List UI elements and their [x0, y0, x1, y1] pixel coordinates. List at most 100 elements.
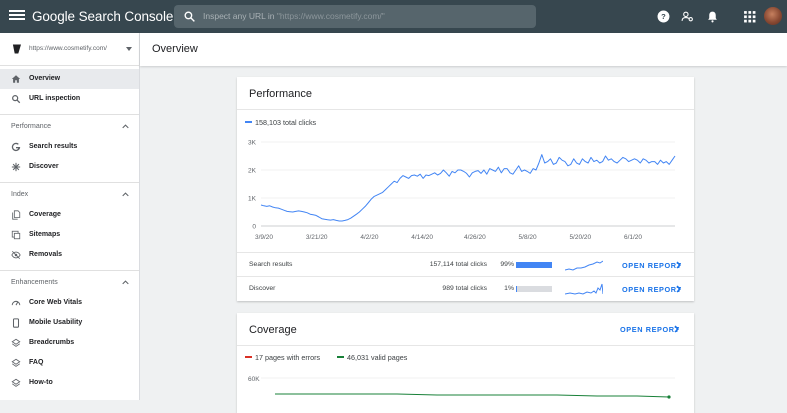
- share-bar-fill: [516, 262, 552, 268]
- x-tick-label: 5/20/20: [569, 234, 591, 241]
- chevron-right-icon[interactable]: [674, 325, 680, 333]
- y-tick-label: 0: [252, 224, 256, 231]
- legend-swatch: [245, 121, 252, 124]
- sitemap-icon: [11, 230, 21, 240]
- property-favicon-icon: [12, 44, 21, 54]
- avatar[interactable]: [764, 7, 782, 25]
- sidebar-section-performance[interactable]: Performance: [0, 117, 139, 137]
- eye-off-icon: [11, 250, 21, 260]
- discover-sparkline: [565, 283, 603, 295]
- row-discover-label: Discover: [249, 285, 276, 292]
- asterisk-icon: [11, 162, 21, 172]
- sidebar-item-sitemaps[interactable]: Sitemaps: [0, 225, 139, 245]
- row-discover-pct: 1%: [504, 285, 514, 292]
- chevron-up-icon[interactable]: [122, 192, 129, 197]
- chevron-right-icon[interactable]: [676, 285, 682, 293]
- x-tick-label: 4/14/20: [411, 234, 433, 241]
- manage-users-icon[interactable]: [681, 10, 694, 23]
- home-icon: [11, 75, 21, 83]
- sidebar-item-discover[interactable]: Discover: [0, 157, 139, 177]
- row-search-results-label: Search results: [249, 261, 293, 268]
- y-tick-label: 3K: [248, 140, 257, 147]
- apps-grid-icon[interactable]: [743, 10, 756, 23]
- x-tick-label: 3/21/20: [306, 234, 328, 241]
- search-icon: [12, 95, 21, 104]
- sidebar-item-core-web-vitals[interactable]: Core Web Vitals: [0, 293, 139, 313]
- sidebar-item-breadcrumbs[interactable]: Breadcrumbs: [0, 333, 139, 353]
- divider: [0, 182, 139, 183]
- chevron-right-icon[interactable]: [676, 261, 682, 269]
- file-copy-icon: [12, 210, 21, 220]
- product-logo[interactable]: Google Search Console: [32, 9, 173, 24]
- y-tick-label: 1K: [248, 196, 257, 203]
- layers-icon: [11, 378, 21, 387]
- sidebar-item-coverage[interactable]: Coverage: [0, 205, 139, 225]
- performance-card-title: Performance: [249, 88, 312, 100]
- property-selector[interactable]: https://www.cosmetify.com/: [0, 33, 140, 66]
- sidebar-item-mobile-usability[interactable]: Mobile Usability: [0, 313, 139, 333]
- sidebar-section-index[interactable]: Index: [0, 185, 139, 205]
- coverage-legend-valid[interactable]: 46,031 valid pages: [337, 353, 407, 362]
- divider: [237, 276, 694, 277]
- search-results-sparkline: [565, 260, 603, 271]
- phone-icon: [12, 318, 20, 328]
- x-tick-label: 5/8/20: [519, 234, 537, 241]
- sidebar-item-faq[interactable]: FAQ: [0, 353, 139, 373]
- clicks-series-line: [260, 154, 676, 222]
- x-tick-label: 6/1/20: [624, 234, 642, 241]
- share-bar-fill: [516, 286, 517, 292]
- coverage-card-title: Coverage: [249, 324, 297, 336]
- sidebar-item-url-inspection[interactable]: URL inspection: [0, 89, 139, 109]
- property-url: https://www.cosmetify.com/: [29, 45, 107, 52]
- sidebar-item-search-results[interactable]: Search results: [0, 137, 139, 157]
- sidebar-item-how-to[interactable]: How-to: [0, 373, 139, 393]
- caret-down-icon[interactable]: [126, 47, 132, 51]
- speed-icon: [11, 300, 21, 306]
- help-icon[interactable]: ?: [657, 10, 670, 23]
- row-search-results-clicks: 157,114 total clicks: [429, 261, 487, 268]
- coverage-valid-line: [275, 393, 670, 398]
- x-tick-label: 4/26/20: [464, 234, 486, 241]
- y-tick-label: 2K: [248, 168, 257, 175]
- divider: [0, 270, 139, 271]
- x-tick-label: 3/9/20: [255, 234, 273, 241]
- divider: [237, 109, 694, 110]
- svg-text:?: ?: [661, 12, 666, 21]
- coverage-legend-errors[interactable]: 17 pages with errors: [245, 353, 320, 362]
- legend-swatch: [245, 356, 252, 359]
- sidebar-item-removals[interactable]: Removals: [0, 245, 139, 265]
- divider: [237, 345, 694, 346]
- open-report-search-results-button[interactable]: OPEN REPORT: [622, 261, 682, 270]
- notifications-icon[interactable]: [706, 10, 719, 23]
- share-bar: [516, 286, 552, 292]
- chevron-up-icon[interactable]: [122, 124, 129, 129]
- row-discover-clicks: 989 total clicks: [442, 285, 487, 292]
- x-tick-label: 4/2/20: [360, 234, 378, 241]
- performance-card: Performance 158,103 total clicks 0 1K 2K 3K…: [237, 77, 694, 301]
- legend-swatch: [337, 356, 344, 359]
- divider: [0, 114, 139, 115]
- sidebar-item-overview[interactable]: Overview: [0, 69, 139, 89]
- sidebar-section-enhancements[interactable]: Enhancements: [0, 273, 139, 293]
- coverage-line-chart: 60K: [248, 376, 675, 399]
- url-inspect-search-bar[interactable]: Inspect any URL in "https://www.cosmetif…: [174, 5, 536, 28]
- google-g-icon: [11, 142, 21, 152]
- clicks-line-chart: 0 1K 2K 3K 3/9/20 3/21/20 4/2/20 4/14/20 4/26/20…: [248, 140, 676, 241]
- open-report-coverage-button[interactable]: OPEN REPORT: [620, 325, 680, 334]
- share-bar: [516, 262, 552, 268]
- sidebar: https://www.cosmetify.com/ Overview URL …: [0, 33, 140, 400]
- layers-icon: [11, 338, 21, 347]
- top-app-bar: Google Search Console Inspect any URL in…: [0, 0, 787, 33]
- page-title: Overview: [152, 43, 198, 55]
- coverage-endpoint: [667, 395, 671, 399]
- hamburger-menu-icon[interactable]: [9, 8, 25, 24]
- open-report-discover-button[interactable]: OPEN REPORT: [622, 285, 682, 294]
- coverage-card: Coverage OPEN REPORT 17 pages with error…: [237, 313, 694, 413]
- page-header: Overview: [140, 33, 787, 66]
- performance-legend[interactable]: 158,103 total clicks: [245, 118, 316, 127]
- layers-icon: [11, 358, 21, 367]
- search-icon: [184, 11, 195, 22]
- chevron-up-icon[interactable]: [122, 280, 129, 285]
- search-input[interactable]: Inspect any URL in "https://www.cosmetif…: [203, 11, 385, 21]
- divider: [237, 252, 694, 253]
